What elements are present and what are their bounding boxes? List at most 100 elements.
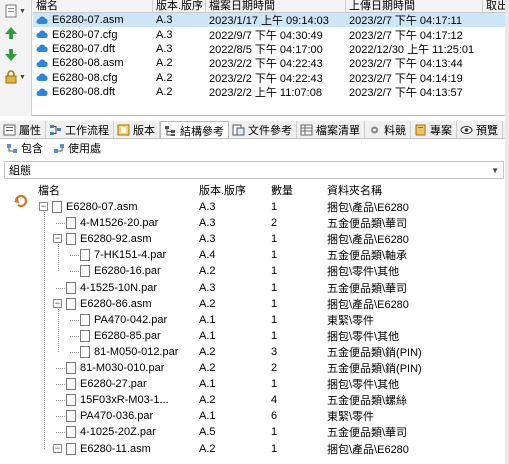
tree-connector [56,416,65,418]
collapse-toggle[interactable]: − [53,298,62,308]
tree-row[interactable]: PA470-042.par A.1 1 東緊\零件 [0,312,509,328]
tab-project[interactable]: 專案 [411,121,457,138]
tab-label: 檔案清單 [316,125,360,137]
document-icon [80,329,90,342]
file-list-panel: ▼ ▼ 檔名 版本.版序 檔案日期時間 上傳日期時間 取出 E6280-07.a… [0,0,509,116]
collapse-toggle[interactable]: − [53,234,62,244]
tree-row[interactable]: PA470-036.par A.1 6 東緊\零件 [0,408,509,424]
file-name: E6280-08.cfg [52,71,118,84]
tree-quantity: 2 [271,362,278,374]
tree-row[interactable]: 4-1025-20Z.par A.5 1 五金便品類\華司 [0,424,509,440]
document-icon [66,442,76,455]
subtab-where-used[interactable]: 使用處 [53,140,101,156]
file-name: E6280-08.dft [52,86,115,99]
file-row[interactable]: E6280-07.dft A.3 2022/8/5 下午 04:17:00 2022/… [33,42,509,56]
lock-button[interactable]: ▼ [4,68,28,86]
tab-workflow[interactable]: 工作流程 [46,121,114,138]
tree-column-header-name[interactable]: 檔名 [38,182,60,198]
file-version: A.2 [156,71,173,84]
upload-button[interactable] [4,24,28,42]
tree-connector [56,400,65,402]
tab-eye[interactable]: 預覽 [457,121,503,138]
collapse-toggle[interactable]: − [39,202,48,211]
column-header-version[interactable]: 版本.版序 [153,0,206,13]
eye-icon [460,126,473,134]
tree-version: A.3 [199,201,216,213]
tree-folder: 捆包\產品\E6280 [327,234,409,247]
tree-row[interactable]: − E6280-92.asm A.3 1 捆包\產品\E6280 [0,231,509,247]
tree-version: A.4 [199,249,216,262]
tree-row[interactable]: 81-M050-012.par A.2 3 五金便品類\銷(PIN) [0,344,509,360]
file-row[interactable]: E6280-07.cfg A.3 2022/9/7 下午 04:30:49 2023/… [33,27,509,42]
tab-label: 工作流程 [65,125,109,137]
document-icon [80,345,90,358]
tree-row[interactable]: 4-1525-10N.par A.3 1 五金便品類\華司 [0,280,509,296]
file-name-cell: E6280-07.cfg [33,29,153,41]
tab-structure[interactable]: 結構參考 [160,121,229,138]
gear-icon [371,126,378,134]
tree-row[interactable]: E6280-85.par A.1 1 捆包\零件\其他 [0,328,509,344]
configuration-label: 組態 [9,165,31,177]
tree-row[interactable]: E6280-27.par A.1 1 捆包\零件\其他 [0,376,509,392]
file-version: A.3 [156,42,173,55]
tree-connector [70,255,79,257]
file-row[interactable]: E6280-08.dft A.2 2023/2/2 上午 11:07:08 2023/… [33,85,509,99]
tab-file-list[interactable]: 檔案清單 [297,121,365,138]
tree-connector [56,432,65,434]
tab-gear[interactable]: 料競 [365,121,411,138]
tree-folder: 捆包\產品\E6280 [327,443,409,456]
configuration-dropdown[interactable]: 組態 ▼ [4,161,504,179]
file-row[interactable]: E6280-07.asm A.3 2023/1/17 上午 09:14:03 2023… [33,13,509,28]
tree-column-header-version[interactable]: 版本.版序 [199,182,246,198]
tree-row[interactable]: 7-HK151-4.par A.4 1 五金便品類\軸承 [0,247,509,263]
download-button[interactable] [4,46,28,64]
cloud-icon [36,59,48,67]
tree-row[interactable]: 15F03xR-M03-1... A.2 4 五金便品類\螺絲 [0,392,509,408]
column-header-name[interactable]: 檔名 [33,0,153,13]
tab-version[interactable]: 版本 [114,121,160,138]
tree-quantity: 1 [271,233,278,246]
tree-quantity: 6 [271,410,278,423]
document-icon [80,313,90,326]
document-icon [66,281,76,294]
tree-file-name: 4-1025-20Z.par [80,426,156,439]
file-name: E6280-07.cfg [52,28,118,41]
tree-version: A.2 [199,362,216,374]
tree-row[interactable]: − E6280-07.asm A.3 1 捆包\產品\E6280 [0,199,509,215]
tree-row[interactable]: − E6280-86.asm A.2 1 捆包\產品\E6280 [0,296,509,312]
file-row[interactable]: E6280-08.asm A.2 2023/2/2 下午 04:22:43 2023/… [33,56,509,70]
document-icon [66,297,76,310]
tree-column-header-folder[interactable]: 資料夾名稱 [327,182,382,198]
tree-quantity: 1 [271,442,278,455]
tree-file-name: E6280-07.asm [66,201,138,213]
subtab-contains[interactable]: 包含 [6,140,43,156]
side-toolbar: ▼ ▼ [0,0,32,116]
cloud-icon [36,45,48,53]
file-row[interactable]: E6280-08.cfg A.2 2023/2/2 下午 04:22:43 2023/… [33,71,509,85]
collapse-toggle[interactable]: − [53,443,62,453]
column-header-upload-date[interactable]: 上傳日期時間 [346,0,483,13]
tab-document-ref[interactable]: 文件參考 [229,121,297,138]
tree-folder: 捆包\零件\其他 [327,379,400,392]
tab-properties[interactable]: 屬性 [0,121,46,138]
tree-row[interactable]: 4-M1526-20.par A.3 2 五金便品類\華司 [0,215,509,231]
structure-icon [165,125,175,136]
tree-row[interactable]: − E6280-11.asm A.2 1 捆包\產品\E6280 [0,441,509,457]
checkin-button[interactable]: ▼ [4,2,28,20]
file-name-cell: E6280-07.dft [33,43,153,55]
tree-version: A.1 [199,329,216,342]
document-icon [66,217,76,230]
chevron-down-icon[interactable]: ▼ [19,74,26,81]
tree-column-header-quantity[interactable]: 數量 [271,182,293,198]
tree-row[interactable]: 81-M030-010.par A.2 2 五金便品類\銷(PIN) [0,360,509,376]
structure-subtabs: 包含 使用處 [0,140,105,156]
tab-label: 屬性 [19,125,41,137]
tree-row[interactable]: E6280-16.par A.2 1 捆包\零件\其他 [0,263,509,279]
tree-file-name: 81-M050-012.par [94,345,179,358]
structure-tree: 檔名 版本.版序 數量 資料夾名稱 − E6280-07.asm A.3 1 捆包\產品… [0,183,509,464]
tree-file-name: 4-M1526-20.par [80,217,159,230]
tab-label: 結構參考 [180,125,224,138]
chevron-down-icon[interactable]: ▼ [19,8,26,15]
file-name-cell: E6280-08.dft [33,86,153,98]
column-header-file-date[interactable]: 檔案日期時間 [206,0,346,13]
